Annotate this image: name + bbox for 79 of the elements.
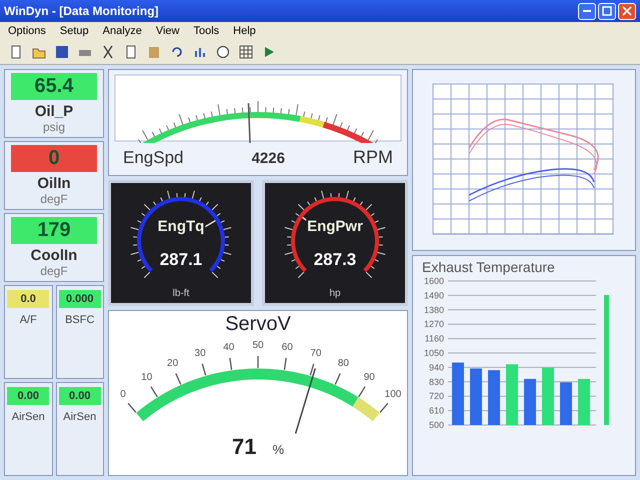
menu-item[interactable]: View bbox=[156, 25, 180, 37]
bar bbox=[470, 368, 482, 425]
readout-unit: degF bbox=[40, 192, 68, 206]
chart-title: Exhaust Temperature bbox=[421, 259, 556, 275]
tick-label: 50 bbox=[252, 340, 264, 351]
readout-label: A/F bbox=[20, 314, 37, 326]
minimize-icon bbox=[583, 10, 591, 12]
gauge-value: 71 bbox=[232, 434, 256, 460]
tick-label: 100 bbox=[384, 389, 402, 400]
minimize-button[interactable] bbox=[578, 2, 596, 20]
gauge-label: EngTq bbox=[158, 218, 204, 235]
gauge-unit: % bbox=[272, 442, 284, 457]
gauge-label: ServoV bbox=[225, 313, 291, 336]
axis-tick-label: 500 bbox=[428, 420, 444, 430]
menu-item[interactable]: Tools bbox=[193, 25, 220, 37]
readout-unit: degF bbox=[40, 264, 68, 278]
menu-item[interactable]: Help bbox=[233, 25, 256, 37]
menu-item[interactable]: Analyze bbox=[102, 25, 142, 37]
axis-tick-label: 720 bbox=[428, 391, 444, 402]
readout-value: 0.000 bbox=[58, 290, 101, 308]
bar bbox=[506, 364, 518, 425]
readout-value: 0.00 bbox=[7, 387, 50, 405]
gauge-label: EngPwr bbox=[307, 218, 363, 235]
readout-unit: psig bbox=[42, 120, 65, 134]
menu-item[interactable]: Setup bbox=[60, 25, 89, 37]
bar bbox=[542, 368, 554, 425]
menu-item[interactable]: Options bbox=[8, 25, 46, 37]
tick-label: 80 bbox=[338, 358, 349, 370]
readout-value: 179 bbox=[11, 217, 97, 244]
axis-tick-label: 1490 bbox=[424, 290, 444, 300]
grid-icon bbox=[239, 45, 253, 59]
bar bbox=[524, 378, 536, 425]
readout-label: BSFC bbox=[65, 314, 94, 326]
gauge-unit: hp bbox=[329, 288, 341, 299]
copy-icon bbox=[124, 45, 138, 59]
axis-tick-label: 610 bbox=[428, 406, 444, 416]
gauge-value: 4226 bbox=[252, 150, 285, 167]
axis-tick-label: 1160 bbox=[424, 334, 444, 344]
tick-label: 40 bbox=[223, 342, 234, 354]
tick-label: 0 bbox=[120, 389, 126, 400]
document-icon bbox=[9, 45, 23, 59]
tick-label: 90 bbox=[364, 372, 375, 383]
axis-tick-label: 1380 bbox=[424, 304, 444, 315]
bar bbox=[560, 382, 572, 425]
readout-label: OilIn bbox=[37, 175, 71, 192]
bar bbox=[578, 378, 590, 425]
gauge-value: 287.3 bbox=[314, 250, 356, 269]
tick-label: 10 bbox=[141, 372, 152, 383]
gauge-unit: lb-ft bbox=[172, 288, 190, 299]
readout-label: Oil_P bbox=[34, 103, 74, 120]
chart-icon bbox=[193, 45, 207, 59]
maximize-button[interactable] bbox=[598, 2, 616, 20]
axis-tick-label: 1600 bbox=[424, 276, 444, 286]
axis-tick-label: 830 bbox=[428, 376, 444, 387]
undo-icon bbox=[170, 45, 184, 59]
gauge-unit: RPM bbox=[353, 147, 393, 168]
gauge-value: 287.1 bbox=[160, 250, 202, 269]
window-title: WinDyn - [Data Monitoring] bbox=[4, 4, 160, 18]
tick-label: 70 bbox=[310, 348, 322, 360]
axis-tick-label: 940 bbox=[428, 362, 444, 372]
axis-tick-label: 1270 bbox=[424, 319, 444, 330]
maximize-icon bbox=[602, 6, 612, 16]
readout-value: 0 bbox=[11, 145, 97, 172]
readout-label: AirSen bbox=[63, 411, 96, 423]
play-icon bbox=[262, 45, 276, 59]
readout-value: 0.0 bbox=[7, 290, 50, 308]
gauge-label: EngSpd bbox=[123, 148, 184, 168]
readout-value: 0.00 bbox=[58, 387, 101, 405]
readout-label: AirSen bbox=[12, 411, 45, 423]
bar bbox=[452, 362, 464, 425]
tick-label: 20 bbox=[167, 358, 178, 370]
readout-value: 65.4 bbox=[11, 73, 97, 100]
tick-label: 60 bbox=[282, 342, 293, 354]
close-button[interactable] bbox=[618, 2, 636, 20]
bar bbox=[488, 370, 500, 425]
readout-label: CoolIn bbox=[30, 247, 78, 264]
tick-label: 30 bbox=[194, 348, 206, 360]
close-icon bbox=[622, 6, 632, 16]
axis-tick-label: 1050 bbox=[424, 348, 444, 358]
